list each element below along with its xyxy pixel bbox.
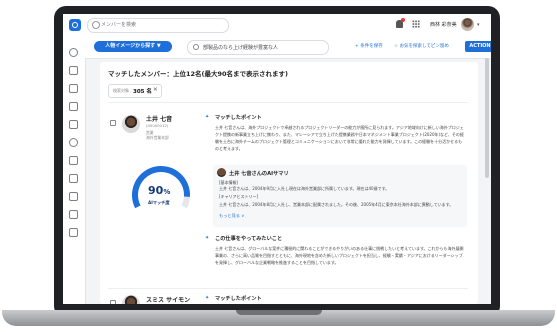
filter-label: 検索対象 xyxy=(113,88,129,93)
list-icon[interactable] xyxy=(69,102,78,111)
divider xyxy=(108,102,468,103)
search-icon xyxy=(92,21,100,29)
chart-icon[interactable] xyxy=(69,174,78,183)
summary-career-text: 土井 七音さんは、2004年8月に入社し、営業本部に配属されました。その後、20… xyxy=(219,202,454,207)
org-icon[interactable] xyxy=(69,156,78,165)
person2-points-title: マッチしたポイント xyxy=(215,296,262,302)
summary-avatar xyxy=(217,168,226,177)
member-search-input[interactable] xyxy=(101,20,221,30)
hierarchy-icon[interactable] xyxy=(69,192,78,201)
home-icon[interactable] xyxy=(69,48,78,57)
image-search-button[interactable]: 人物イメージから探す ▼ xyxy=(94,41,172,52)
person1-dept2: 海外営業本部 xyxy=(146,135,169,140)
apps-grid-icon[interactable] xyxy=(412,20,420,28)
match-points-title: マッチしたポイント xyxy=(215,115,262,121)
filter-chip[interactable]: 検索対象 305 名 ✕ xyxy=(108,84,162,98)
user-name[interactable]: 西林 彩奈美 xyxy=(430,21,457,28)
mail-icon[interactable] xyxy=(69,120,78,129)
summary-career-heading: [キャリアヒストリー] xyxy=(219,194,259,199)
sidebar xyxy=(63,36,86,304)
member-search[interactable] xyxy=(87,18,229,33)
match-points-text: 土井 七音さんは、海外プロジェクトで卓越されるプロジェクトリーダーの能力が随所に… xyxy=(215,125,464,151)
person1-id: (00000012) xyxy=(146,123,169,128)
divider xyxy=(108,288,468,289)
person2-avatar[interactable] xyxy=(122,295,140,304)
laptop-notch xyxy=(236,310,322,315)
chevron-down-icon[interactable]: ▾ xyxy=(477,22,480,28)
top-bar: 西林 彩奈美 ▾ xyxy=(63,14,491,37)
query-text: 部製品のなら上げ経験が豊富な人 xyxy=(203,45,279,51)
wish-title: この仕事をやってみたいこと xyxy=(215,236,283,242)
bell-icon[interactable] xyxy=(396,18,405,28)
save-condition-link[interactable]: + 条件を保存 xyxy=(355,43,383,49)
gauge-percent: 90% xyxy=(148,184,171,197)
wish-text: 土井 七音さんは、グローバルな案件に積極的に関わることができるやりがいのある仕事… xyxy=(215,246,464,265)
summary-title: 土井 七音さんのAIサマリ xyxy=(229,171,289,177)
document-icon[interactable] xyxy=(69,84,78,93)
edit-icon[interactable] xyxy=(69,228,78,237)
app-logo[interactable] xyxy=(69,19,81,31)
sparkle-icon: ✦ xyxy=(205,235,210,241)
scrollbar[interactable] xyxy=(485,58,489,178)
search-icon xyxy=(193,44,199,50)
person2-checkbox[interactable] xyxy=(110,300,116,304)
person1-name[interactable]: 土井 七音 xyxy=(146,114,172,123)
results-title: マッチしたメンバー：上位12名(最大90名まで表示されます) xyxy=(108,70,289,78)
grid-icon[interactable] xyxy=(69,210,78,219)
pin-link[interactable]: ☆ お気を探索してピン留め xyxy=(394,43,449,49)
person1-checkbox[interactable] xyxy=(110,120,116,126)
notification-badge xyxy=(401,18,405,22)
close-icon[interactable]: ✕ xyxy=(153,87,158,93)
show-more-link[interactable]: もっと見る ∨ xyxy=(219,213,244,219)
summary-basic-text: 土井 七音さんは、2004年9月に入社し現在は海外営業部に所属しています。現在は… xyxy=(219,186,390,191)
gauge-label: AIマッチ度 xyxy=(148,200,170,205)
app-screen: 西林 彩奈美 ▾ 人物イメージから探す ▼ 部製品のなら上げ経験が豊富な人 + … xyxy=(63,14,491,304)
query-field[interactable]: 部製品のなら上げ経験が豊富な人 xyxy=(187,40,329,55)
user-avatar[interactable] xyxy=(461,18,474,31)
sparkle-icon: ✦ xyxy=(205,114,210,120)
person2-id: (00000026) xyxy=(146,303,168,304)
action-button[interactable]: ACTION xyxy=(465,41,491,52)
person1-avatar[interactable] xyxy=(122,115,140,133)
ai-match-gauge: 90% AIマッチ度 xyxy=(128,162,194,222)
sparkle-icon: ✦ xyxy=(205,295,210,301)
search-person-icon[interactable] xyxy=(69,138,78,147)
results-card: マッチしたメンバー：上位12名(最大90名まで表示されます) 検索対象 305 … xyxy=(100,62,478,304)
people-icon[interactable] xyxy=(69,66,78,75)
search-toolbar: 人物イメージから探す ▼ 部製品のなら上げ経験が豊富な人 + 条件を保存 ☆ お… xyxy=(85,36,491,59)
filter-value: 305 名 xyxy=(133,89,152,95)
